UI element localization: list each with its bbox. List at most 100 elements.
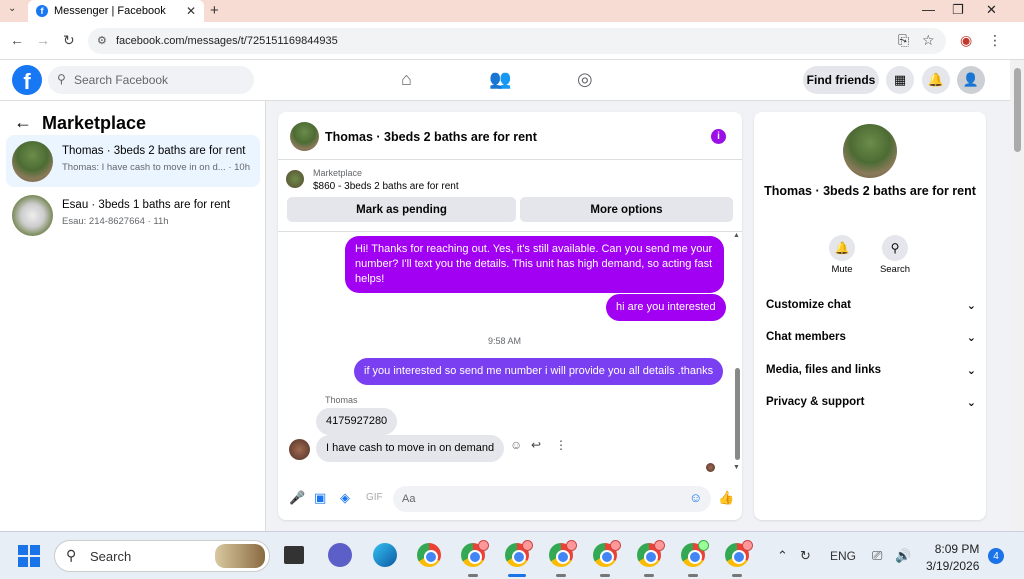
notification-badge[interactable]: 4 bbox=[988, 548, 1004, 564]
facebook-logo[interactable]: f bbox=[12, 65, 42, 95]
chat-title[interactable]: Thomas · 3beds 2 baths are for rent bbox=[325, 130, 537, 144]
message-input[interactable]: Aa bbox=[393, 486, 711, 512]
page-scrollbar[interactable] bbox=[1012, 60, 1024, 530]
customize-chat-row[interactable]: Customize chat ⌄ bbox=[766, 299, 976, 319]
message-bubble-outgoing[interactable]: hi are you interested bbox=[606, 294, 726, 321]
minimize-icon[interactable]: — bbox=[922, 2, 935, 17]
browser-tab-bar: ⌄ f Messenger | Facebook ✕ + — ❐ ✕ bbox=[0, 0, 1024, 22]
url-text: facebook.com/messages/t/725151169844935 bbox=[116, 35, 338, 47]
chrome-icon[interactable] bbox=[417, 543, 441, 567]
file-explorer-icon[interactable] bbox=[284, 546, 304, 564]
profile-badge-icon bbox=[566, 540, 577, 551]
section-label: Media, files and links bbox=[766, 364, 882, 376]
microphone-icon[interactable]: 🎤 bbox=[289, 490, 305, 506]
attach-image-icon[interactable]: ▣ bbox=[314, 490, 326, 506]
groups-icon[interactable]: ◎ bbox=[577, 69, 593, 90]
contact-avatar[interactable] bbox=[843, 124, 897, 178]
chevron-down-icon: ⌄ bbox=[966, 332, 976, 344]
info-icon[interactable]: i bbox=[711, 129, 726, 144]
message-bubble-incoming[interactable]: 4175927280 bbox=[316, 408, 398, 435]
back-icon[interactable]: ← bbox=[10, 32, 24, 48]
notifications-bell-icon[interactable]: 🔔 bbox=[922, 66, 950, 94]
restore-icon[interactable]: ❐ bbox=[952, 2, 964, 18]
profile-badge-icon bbox=[698, 540, 709, 551]
react-emoji-icon[interactable]: ☺ bbox=[510, 438, 522, 452]
scroll-down-icon[interactable]: ▼ bbox=[733, 464, 740, 471]
section-label: Chat members bbox=[766, 331, 846, 343]
bookmark-star-icon[interactable]: ☆ bbox=[922, 32, 935, 49]
reply-icon[interactable]: ↩ bbox=[531, 438, 541, 452]
message-bubble-outgoing[interactable]: Hi! Thanks for reaching out. Yes, it's s… bbox=[345, 236, 724, 293]
chat-scroll-thumb[interactable] bbox=[735, 368, 740, 460]
conversation-info-panel: Thomas · 3beds 2 baths are for rent 🔔 Mu… bbox=[754, 112, 986, 520]
chat-avatar[interactable] bbox=[290, 122, 319, 151]
reload-icon[interactable]: ↻ bbox=[63, 32, 75, 49]
sender-name: Thomas bbox=[325, 395, 358, 405]
chevron-down-icon: ⌄ bbox=[966, 365, 976, 377]
emoji-icon[interactable]: ☺ bbox=[689, 490, 702, 505]
search-highlight-image bbox=[215, 544, 265, 568]
browser-tab-messenger[interactable]: f Messenger | Facebook ✕ bbox=[28, 0, 204, 22]
account-avatar[interactable]: 👤 bbox=[957, 66, 985, 94]
mute-label: Mute bbox=[831, 264, 853, 275]
scroll-up-icon[interactable]: ▲ bbox=[733, 232, 740, 239]
profile-badge-icon bbox=[478, 540, 489, 551]
marketplace-conversation-list: ← Marketplace Thomas · 3beds 2 baths are… bbox=[0, 101, 266, 531]
new-tab-icon[interactable]: + bbox=[210, 2, 219, 19]
more-options-button[interactable]: More options bbox=[520, 197, 733, 222]
install-app-icon[interactable]: ⎘ bbox=[898, 32, 909, 49]
browser-menu-icon[interactable]: ⋮ bbox=[988, 32, 1002, 49]
search-icon: ⚲ bbox=[57, 72, 66, 86]
windows-start-icon[interactable] bbox=[18, 545, 40, 567]
friends-icon[interactable]: 👥 bbox=[489, 69, 511, 90]
chat-scrollbar[interactable]: ▲ ▼ bbox=[733, 232, 741, 472]
listing-thumbnail bbox=[12, 141, 53, 182]
conversation-item-thomas[interactable]: Thomas · 3beds 2 baths are for rent Thom… bbox=[6, 135, 260, 187]
volume-icon[interactable]: 🔊 bbox=[895, 548, 911, 564]
system-clock[interactable]: 8:09 PM 3/19/2026 bbox=[926, 541, 979, 575]
tab-search-icon[interactable]: ⌄ bbox=[8, 3, 16, 14]
more-actions-icon[interactable]: ⋮ bbox=[555, 438, 567, 452]
search-facebook-input[interactable]: ⚲ Search Facebook bbox=[48, 66, 254, 94]
taskbar-search[interactable]: ⚲ Search bbox=[54, 540, 270, 572]
sender-avatar[interactable] bbox=[289, 439, 310, 460]
back-arrow-icon[interactable]: ← bbox=[14, 112, 32, 133]
search-placeholder: Search Facebook bbox=[74, 73, 169, 87]
conversation-title: Thomas · 3beds 2 baths are for rent bbox=[62, 145, 246, 157]
close-tab-icon[interactable]: ✕ bbox=[186, 4, 196, 18]
gif-icon[interactable]: GIF bbox=[366, 492, 383, 503]
profile-icon[interactable]: ◉ bbox=[960, 32, 972, 49]
menu-grid-icon[interactable]: ▦ bbox=[886, 66, 914, 94]
search-icon[interactable]: ⚲ bbox=[882, 235, 908, 261]
listing-thumbnail bbox=[286, 170, 304, 188]
forward-icon[interactable]: → bbox=[36, 32, 50, 48]
close-window-icon[interactable]: ✕ bbox=[986, 2, 997, 18]
listing-thumbnail bbox=[12, 195, 53, 236]
home-icon[interactable]: ⌂ bbox=[401, 69, 412, 90]
listing-source: Marketplace bbox=[313, 168, 363, 178]
message-bubble-incoming[interactable]: I have cash to move in on demand bbox=[316, 435, 505, 462]
sticker-icon[interactable]: ◈ bbox=[340, 490, 350, 506]
page-scroll-thumb[interactable] bbox=[1014, 68, 1021, 152]
chevron-up-icon[interactable]: ⌃ bbox=[777, 548, 788, 564]
listing-detail[interactable]: $860 - 3beds 2 baths are for rent bbox=[313, 181, 459, 192]
find-friends-button[interactable]: Find friends bbox=[803, 66, 879, 94]
chat-members-row[interactable]: Chat members ⌄ bbox=[766, 331, 976, 351]
display-icon[interactable]: ⎚ bbox=[872, 548, 882, 564]
bell-icon[interactable]: 🔔 bbox=[829, 235, 855, 261]
privacy-support-row[interactable]: Privacy & support ⌄ bbox=[766, 396, 976, 416]
sync-icon[interactable]: ↻ bbox=[800, 548, 811, 564]
site-info-icon[interactable]: ⚙ bbox=[97, 34, 107, 47]
language-indicator[interactable]: ENG bbox=[830, 549, 856, 563]
mark-as-pending-button[interactable]: Mark as pending bbox=[287, 197, 516, 222]
chat-header: Thomas · 3beds 2 baths are for rent i bbox=[278, 112, 742, 160]
edge-icon[interactable] bbox=[373, 543, 397, 567]
media-files-links-row[interactable]: Media, files and links ⌄ bbox=[766, 364, 976, 384]
message-bubble-outgoing[interactable]: if you interested so send me number i wi… bbox=[354, 358, 724, 385]
like-thumb-icon[interactable]: 👍 bbox=[718, 490, 734, 506]
teams-icon[interactable] bbox=[328, 543, 352, 567]
search-icon: ⚲ bbox=[66, 547, 77, 563]
url-field[interactable]: ⚙ facebook.com/messages/t/72515116984493… bbox=[88, 28, 946, 54]
message-timestamp: 9:58 AM bbox=[488, 336, 522, 346]
conversation-item-esau[interactable]: Esau · 3beds 1 baths are for rent Esau: … bbox=[6, 189, 260, 241]
